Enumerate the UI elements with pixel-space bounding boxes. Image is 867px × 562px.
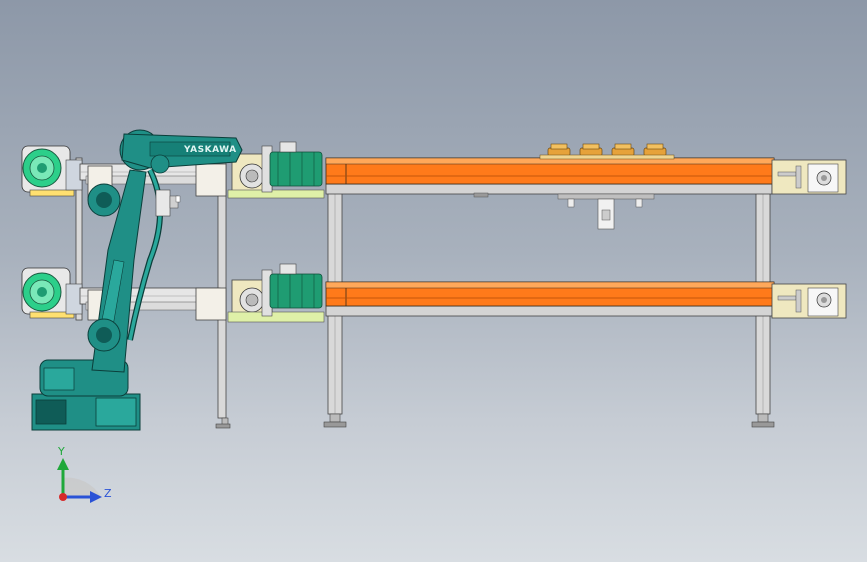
lower-conveyor-belt xyxy=(325,281,775,307)
y-axis-arrow xyxy=(57,458,69,470)
cad-viewport[interactable]: YASKAWA Y Z xyxy=(0,0,867,562)
right-end-plates xyxy=(771,159,847,319)
y-axis-label: Y xyxy=(57,445,65,458)
coordinate-triad: Y Z xyxy=(57,445,112,503)
z-axis-label: Z xyxy=(104,487,112,500)
workpiece-cups xyxy=(539,143,675,160)
robot-brand-label: YASKAWA xyxy=(183,145,237,155)
lower-roller-module xyxy=(21,263,325,323)
x-axis-dot xyxy=(59,493,67,501)
assembly-drawing: YASKAWA Y Z xyxy=(21,129,847,503)
